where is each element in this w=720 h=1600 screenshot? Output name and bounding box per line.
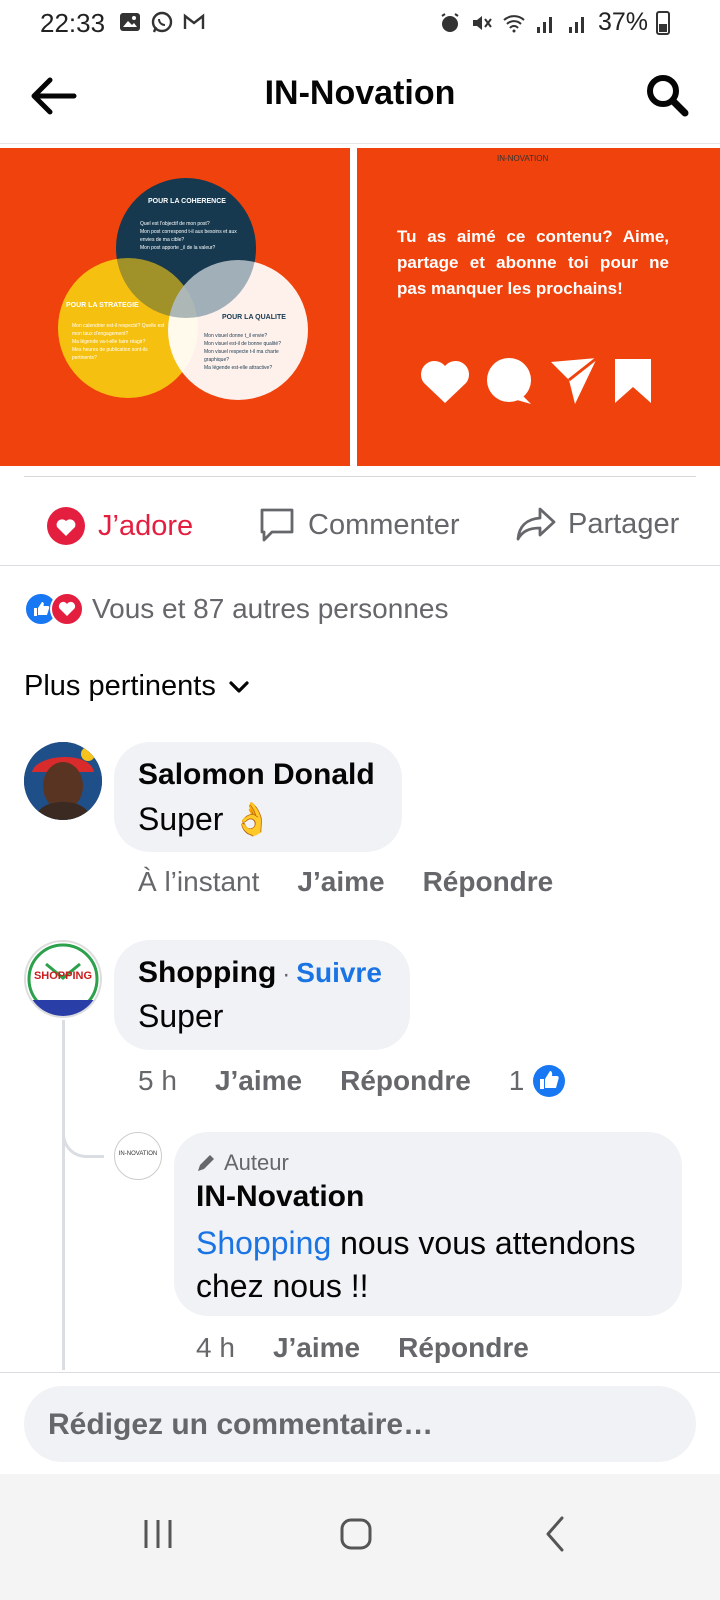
promo-text: Tu as aimé ce contenu? Aime, partage et …	[397, 227, 669, 298]
sort-dropdown[interactable]: Plus pertinents	[24, 670, 250, 703]
share-icon	[516, 507, 556, 541]
signal-icon-2	[568, 16, 584, 33]
reply-author[interactable]: IN-Novation	[196, 1180, 364, 1214]
venn-top-label: POUR LA COHERENCE	[148, 198, 226, 205]
whatsapp-icon	[151, 11, 173, 33]
avatar[interactable]: IN-NOVATION	[114, 1132, 162, 1180]
comment-input[interactable]: Rédigez un commentaire…	[24, 1386, 696, 1462]
heart-icon	[420, 360, 470, 403]
reply-time: 4 h	[196, 1332, 235, 1363]
venn-right-line: Mon visuel respecte t-il ma charte graph…	[204, 349, 279, 363]
avatar[interactable]	[24, 742, 102, 820]
battery-icon	[656, 10, 670, 35]
alarm-icon	[441, 12, 459, 32]
reactions-count-text: Vous et 87 autres personnes	[92, 593, 449, 624]
love-label: J’adore	[98, 509, 194, 542]
reply-bubble[interactable]: Auteur IN-Novation Shopping nous vous at…	[174, 1132, 682, 1316]
avatar[interactable]: SHOPPING	[24, 940, 102, 1018]
reply-meta: 4 h J’aime Répondre	[196, 1332, 529, 1364]
comment-meta: À l’instant J’aime Répondre	[138, 866, 553, 898]
mention-link[interactable]: Shopping	[196, 1225, 331, 1261]
venn-top-line: Mon post correspond t-il aux besoins et …	[140, 229, 237, 243]
dot-separator: ·	[282, 961, 291, 988]
signal-icon	[536, 16, 552, 33]
pencil-icon	[198, 1155, 214, 1171]
love-reaction-small-icon	[50, 592, 84, 626]
gmail-icon	[183, 13, 205, 29]
comment-label: Commenter	[308, 508, 460, 541]
venn-top-line: Mon post apporte _il de la valeur?	[140, 245, 216, 251]
sort-label: Plus pertinents	[24, 670, 216, 702]
home-icon[interactable]	[326, 1504, 386, 1564]
venn-left-line: Mon calendrier est-il respecté? Quelle e…	[72, 323, 165, 337]
reactions-summary[interactable]: Vous et 87 autres personnes	[24, 592, 448, 626]
author-badge-label: Auteur	[224, 1150, 289, 1175]
comment-reply-link[interactable]: Répondre	[340, 1065, 471, 1097]
share-label: Partager	[568, 507, 680, 540]
top-app-bar: IN-Novation	[0, 48, 720, 144]
chevron-down-icon	[229, 680, 249, 693]
comment-text: Super 👌	[138, 801, 273, 837]
comment-reply-link[interactable]: Répondre	[423, 866, 554, 898]
system-nav-bar	[0, 1474, 720, 1600]
send-icon	[551, 356, 598, 404]
comment-time: À l’instant	[138, 866, 260, 897]
promo-brand: IN-NOVATION	[497, 154, 549, 163]
author-badge: Auteur	[196, 1150, 289, 1176]
recent-apps-icon[interactable]	[128, 1504, 188, 1564]
love-reaction-icon	[47, 507, 85, 545]
comment-time: 5 h	[138, 1065, 177, 1096]
venn-top-line: Quel est l'objectif de mon post?	[140, 221, 210, 227]
venn-right-line: Mon visuel est-il de bonne qualité?	[204, 341, 281, 347]
status-time: 22:33	[40, 8, 106, 38]
comment-button[interactable]: Commenter	[258, 506, 460, 544]
venn-right-line: Ma légende est-elle attractive?	[204, 365, 273, 371]
divider	[24, 476, 696, 477]
post-action-bar: J’adore Commenter Partager	[0, 478, 720, 566]
venn-right-label: POUR LA QUALITE	[222, 314, 286, 321]
venn-left-label: POUR LA STRATEGIE	[66, 302, 139, 309]
comment-icon	[260, 508, 294, 542]
venn-diagram	[58, 178, 308, 400]
comment-bubble[interactable]: Shopping · Suivre Super	[114, 940, 410, 1050]
thread-connector	[62, 1110, 104, 1158]
like-count-icon	[533, 1065, 566, 1097]
comment-meta: 5 h J’aime Répondre 1	[138, 1064, 566, 1098]
venn-right-line: Mon visuel donne t_il envie?	[204, 333, 268, 339]
status-bar: 22:33 37%	[0, 0, 720, 48]
like-count-value: 1	[508, 1065, 525, 1096]
thread-line	[62, 1020, 65, 1370]
reply-reply-link[interactable]: Répondre	[398, 1332, 529, 1364]
avatar-portrait	[24, 742, 102, 820]
comment-text: Super	[138, 998, 224, 1034]
battery-percent: 37%	[597, 8, 648, 36]
avatar-label: IN-NOVATION	[118, 1151, 158, 1157]
mute-icon	[472, 15, 492, 30]
wifi-icon	[503, 14, 525, 32]
search-icon[interactable]	[644, 72, 690, 118]
comment-composer-bar: Rédigez un commentaire…	[0, 1372, 720, 1474]
comment-author[interactable]: Shopping	[138, 956, 276, 990]
comment-bubble[interactable]: Salomon Donald Super 👌	[114, 742, 402, 852]
post-image-venn[interactable]: POUR LA COHERENCE Quel est l'objectif de…	[0, 148, 350, 466]
reply-like-link[interactable]: J’aime	[273, 1332, 360, 1364]
page-title: IN-Novation	[264, 74, 456, 112]
bookmark-icon	[615, 359, 651, 403]
share-button[interactable]: Partager	[516, 506, 679, 542]
post-image-promo[interactable]: IN-NOVATION Tu as aimé ce contenu? Aime,…	[357, 148, 720, 466]
gallery-icon	[120, 13, 140, 31]
comment-like-link[interactable]: J’aime	[215, 1065, 302, 1097]
comment-bubble-icon	[487, 358, 531, 404]
venn-left-line: Ma légende va-t-elle faire réagir?	[72, 339, 146, 345]
comment-like-count[interactable]: 1	[509, 1064, 567, 1098]
reply-text: Shopping nous vous attendons chez nous !…	[196, 1222, 666, 1308]
avatar-label: SHOPPING	[33, 970, 93, 982]
venn-left-line: Mes heures de publication sont-ils perti…	[72, 347, 148, 361]
comment-like-link[interactable]: J’aime	[297, 866, 384, 898]
comment-author[interactable]: Salomon Donald	[138, 758, 375, 792]
back-nav-icon[interactable]	[526, 1504, 586, 1564]
follow-button[interactable]: Suivre	[296, 957, 382, 989]
love-button[interactable]: J’adore	[46, 506, 193, 546]
